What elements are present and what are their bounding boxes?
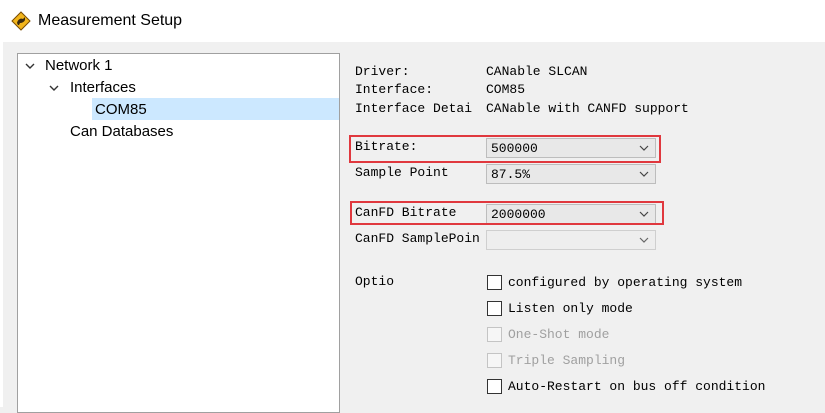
interface-detail-label: Interface Detai [355,101,473,116]
listen-only-label[interactable]: Listen only mode [508,300,633,318]
kangaroo-icon [11,11,31,31]
triple-sampling-checkbox[interactable] [487,353,502,368]
chevron-down-icon [639,237,649,243]
canfd-samplepoint-label: CanFD SamplePoin [355,231,480,246]
expand-chevron-icon[interactable] [47,81,61,95]
interface-detail-value: CANable with CANFD support [486,101,689,116]
interface-value: COM85 [486,82,526,97]
tree-item-can-databases[interactable]: Can Databases [70,121,173,143]
one-shot-checkbox[interactable] [487,327,502,342]
network-tree[interactable]: Network 1 Interfaces COM85 Can Databases [17,53,340,413]
chevron-down-icon [639,171,649,177]
bitrate-highlight-box [349,135,661,163]
sample-point-select[interactable]: 87.5% [486,164,656,184]
auto-restart-checkbox[interactable] [487,379,502,394]
configured-by-os-checkbox[interactable] [487,275,502,290]
tree-item-interfaces[interactable]: Interfaces [70,77,136,99]
window-edge [0,42,3,407]
tree-item-com85[interactable]: COM85 [95,99,147,121]
window-title: Measurement Setup [38,12,183,29]
listen-only-checkbox[interactable] [487,301,502,316]
options-label: Optio [355,274,395,289]
canfd-samplepoint-select[interactable] [486,230,656,250]
sample-point-label: Sample Point [355,165,449,180]
auto-restart-label[interactable]: Auto-Restart on bus off condition [508,378,765,396]
canfd-bitrate-highlight-box [350,201,664,225]
expand-chevron-icon[interactable] [23,59,37,73]
triple-sampling-label: Triple Sampling [508,353,626,368]
tree-item-network-1[interactable]: Network 1 [45,55,113,77]
driver-label: Driver: [355,64,410,79]
one-shot-label: One-Shot mode [508,327,610,342]
interface-label: Interface: [355,82,434,97]
configured-by-os-label[interactable]: configured by operating system [508,274,742,292]
sample-point-select-value: 87.5% [491,167,531,182]
title-bar: Measurement Setup [0,0,825,42]
driver-value: CANable SLCAN [486,64,588,79]
